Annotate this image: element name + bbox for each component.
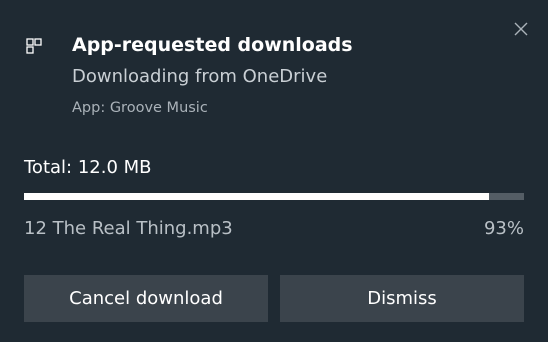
- close-button[interactable]: [508, 16, 534, 42]
- download-progress-bar: [24, 193, 524, 200]
- dismiss-button[interactable]: Dismiss: [280, 275, 524, 322]
- download-file-name: 12 The Real Thing.mp3: [24, 218, 233, 239]
- download-progress-fill: [24, 193, 489, 200]
- download-total: Total: 12.0 MB: [24, 157, 152, 178]
- close-icon: [514, 22, 528, 36]
- download-notification: App-requested downloads Downloading from…: [0, 0, 548, 342]
- cancel-download-button[interactable]: Cancel download: [24, 275, 268, 322]
- app-tiles-icon: [26, 38, 42, 54]
- notification-app-label: App: Groove Music: [72, 100, 208, 116]
- notification-title: App-requested downloads: [72, 34, 353, 56]
- notification-subtitle: Downloading from OneDrive: [72, 66, 328, 87]
- download-percent: 93%: [483, 218, 524, 239]
